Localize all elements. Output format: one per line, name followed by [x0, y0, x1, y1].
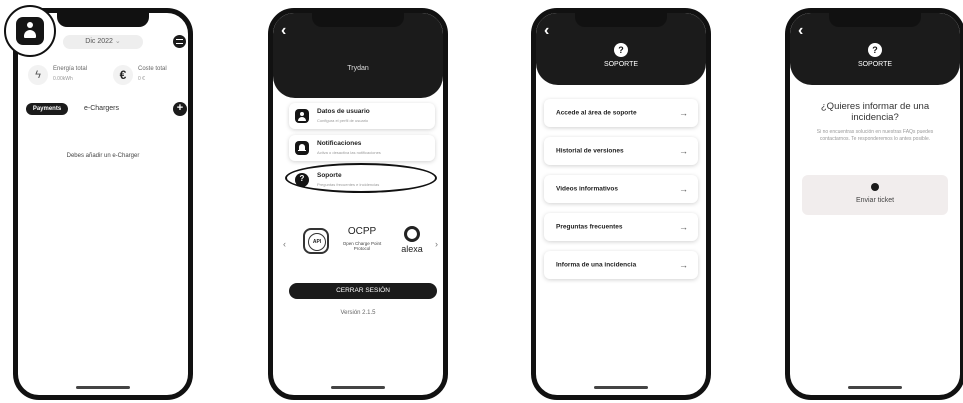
ticket-icon — [871, 183, 879, 191]
arrow-right-icon: → — [679, 222, 688, 232]
support-header-title: SOPORTE — [857, 61, 893, 68]
arrow-right-icon: → — [679, 184, 688, 194]
notifications-subtitle: Activa o desactiva las notificaciones — [317, 150, 381, 155]
energy-value: 0.00kWh — [53, 76, 73, 82]
user-icon — [24, 22, 36, 40]
cost-stat: € Coste total 0 € — [113, 63, 188, 89]
back-arrow-icon[interactable]: ‹ — [281, 23, 286, 39]
add-charger-button[interactable]: + — [173, 102, 187, 116]
menu-icon — [176, 39, 183, 44]
support-header-title: SOPORTE — [603, 61, 639, 68]
version-history-label: Historial de versiones — [556, 147, 624, 155]
settings-button[interactable] — [173, 35, 186, 48]
user-data-subtitle: Configura el perfil de usuario — [317, 118, 369, 123]
support-header-icon: ? — [614, 43, 628, 57]
chevron-down-icon: ⌄ — [114, 38, 121, 45]
energy-label: Energía total — [53, 66, 88, 72]
back-arrow-icon[interactable]: ‹ — [544, 23, 549, 39]
integrations-next-icon[interactable]: › — [435, 239, 438, 249]
support-area-item[interactable]: Accede al área de soporte → — [544, 99, 698, 127]
notifications-title: Notificaciones — [317, 140, 362, 147]
arrow-right-icon: → — [679, 260, 688, 270]
support-header-icon: ? — [868, 43, 882, 57]
logout-label: CERRAR SESIÓN — [336, 287, 390, 294]
api-icon: API — [308, 233, 326, 251]
api-badge: API — [303, 228, 329, 254]
version-history-item[interactable]: Historial de versiones → — [544, 137, 698, 165]
report-incident-item[interactable]: Informa de una incidencia → — [544, 251, 698, 279]
user-data-item[interactable]: Datos de usuario Configura el perfil de … — [289, 103, 435, 129]
logout-button[interactable]: CERRAR SESIÓN — [289, 283, 437, 299]
phone-notch — [575, 13, 667, 27]
plus-icon: + — [176, 102, 184, 114]
report-incident-label: Informa de una incidencia — [556, 261, 637, 269]
home-indicator — [848, 386, 902, 389]
send-ticket-label: Enviar ticket — [855, 197, 895, 204]
profile-button[interactable] — [16, 17, 44, 45]
arrow-right-icon: → — [679, 108, 688, 118]
user-icon — [295, 109, 309, 123]
info-videos-label: Videos informativos — [556, 185, 619, 193]
empty-chargers-message: Debes añadir un e-Charger — [66, 153, 140, 159]
incident-question: ¿Quieres informar de una incidencia? — [820, 101, 930, 123]
integrations-prev-icon[interactable]: ‹ — [283, 239, 286, 249]
phone-notch — [57, 13, 149, 27]
ocpp-subtitle: Open Charge Point Protocol — [342, 241, 382, 251]
month-selector[interactable]: Dic 2022 ⌄ — [63, 35, 143, 49]
chargers-tab[interactable]: e-Chargers — [84, 103, 119, 115]
home-indicator — [594, 386, 648, 389]
back-arrow-icon[interactable]: ‹ — [798, 23, 803, 39]
payments-label: Payments — [32, 106, 62, 112]
alexa-label: alexa — [401, 244, 423, 254]
energy-stat: ϟ Energía total 0.00kWh — [28, 63, 103, 89]
faq-item[interactable]: Preguntas frecuentes → — [544, 213, 698, 241]
home-indicator — [76, 386, 130, 389]
alexa-ring-icon — [404, 226, 420, 242]
arrow-right-icon: → — [679, 146, 688, 156]
alexa-logo: alexa — [397, 226, 427, 260]
cost-label: Coste total — [138, 66, 167, 72]
faq-label: Preguntas frecuentes — [556, 223, 623, 231]
incident-description: Si no encuentras solución en nuestras FA… — [816, 129, 934, 142]
phone-support-menu-screen: ‹ ? SOPORTE Accede al área de soporte → … — [531, 8, 711, 400]
phone-notch — [312, 13, 404, 27]
user-name: Trydan — [347, 65, 369, 72]
api-label: API — [312, 239, 322, 245]
support-area-label: Accede al área de soporte — [556, 109, 637, 117]
profile-highlight-circle — [4, 5, 56, 57]
payments-tab[interactable]: Payments — [26, 103, 68, 115]
notifications-item[interactable]: Notificaciones Activa o desactiva las no… — [289, 135, 435, 161]
phone-home-screen: Dic 2022 ⌄ ϟ Energía total 0.00kWh € Cos… — [13, 8, 193, 400]
user-data-title: Datos de usuario — [317, 108, 370, 115]
phone-settings-screen: ‹ Trydan Datos de usuario Configura el p… — [268, 8, 448, 400]
bell-icon — [295, 141, 309, 155]
info-videos-item[interactable]: Videos informativos → — [544, 175, 698, 203]
ocpp-title: OCPP — [347, 226, 377, 237]
lightning-icon: ϟ — [28, 65, 48, 85]
version-label: Versión 2.1.5 — [340, 310, 376, 316]
phone-notch — [829, 13, 921, 27]
phone-report-incident-screen: ‹ ? SOPORTE ¿Quieres informar de una inc… — [785, 8, 963, 400]
month-label: Dic 2022 — [85, 38, 113, 45]
cost-value: 0 € — [138, 76, 145, 82]
home-indicator — [331, 386, 385, 389]
send-ticket-button[interactable]: Enviar ticket — [802, 175, 948, 215]
support-highlight-ellipse — [285, 163, 437, 193]
euro-icon: € — [113, 65, 133, 85]
